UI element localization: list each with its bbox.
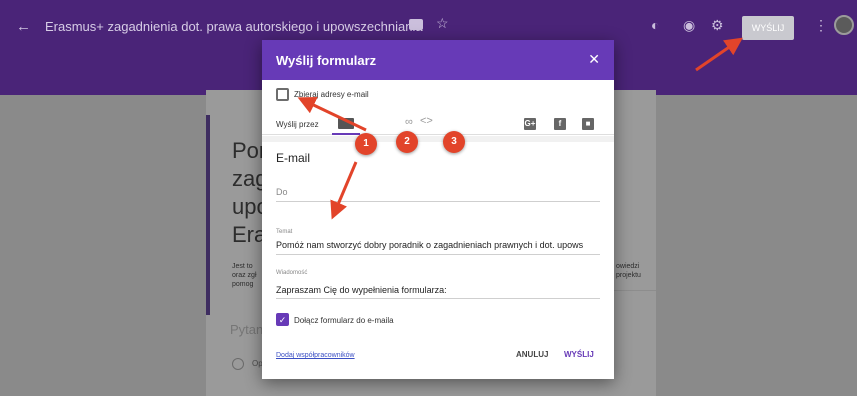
arrow-to-send-button — [695, 37, 743, 72]
arrow-to-subject — [330, 161, 358, 220]
annotation-arrows — [297, 37, 743, 220]
marker-1: 1 — [355, 133, 377, 155]
marker-3: 3 — [443, 131, 465, 153]
marker-2: 2 — [396, 131, 418, 153]
arrow-to-collect-emails — [297, 97, 367, 132]
